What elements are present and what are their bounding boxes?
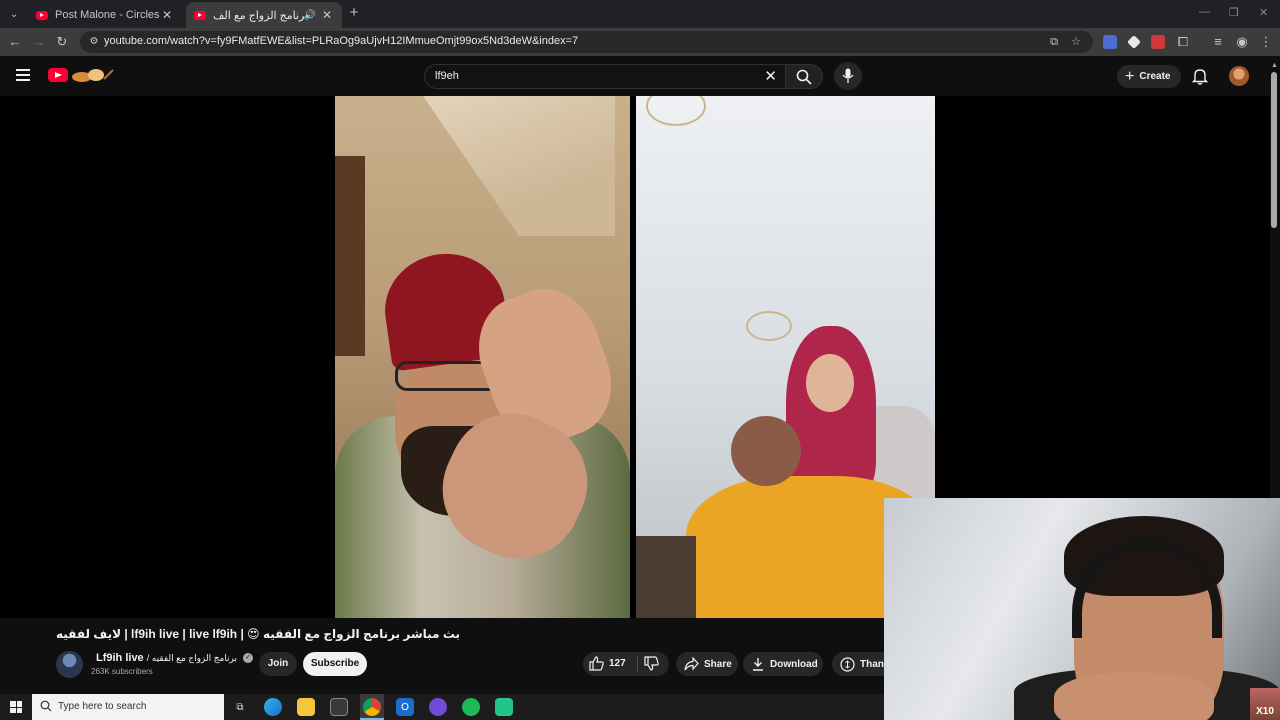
microsoft-store-icon[interactable] (330, 698, 348, 716)
download-button[interactable]: Download (743, 652, 823, 676)
channel-name[interactable]: Lf9ih live / برنامج الزواج مع الفقيه ✓ (96, 652, 254, 664)
spotify-icon[interactable] (462, 698, 480, 716)
channel-name-text[interactable]: Lf9ih live (96, 652, 144, 664)
window-close-icon[interactable]: ✕ (1259, 6, 1268, 19)
tab-search-icon[interactable]: ⌄ (4, 4, 24, 24)
youtube-masthead: lf9eh ✕ + Create (0, 56, 1280, 96)
youtube-favicon-icon (194, 10, 206, 20)
search-query[interactable]: lf9eh (435, 70, 459, 82)
windows-start-icon[interactable] (10, 701, 22, 713)
search-input[interactable]: lf9eh ✕ (424, 64, 785, 89)
edge-browser-icon[interactable] (264, 698, 282, 716)
voice-search-button[interactable] (834, 62, 862, 90)
green-app-icon[interactable] (495, 698, 513, 716)
microphone-icon (842, 68, 854, 83)
share-button[interactable]: Share (676, 652, 738, 676)
plus-icon: + (1125, 67, 1135, 85)
youtube-doodle-icon[interactable] (70, 67, 114, 83)
subscriber-count: 263K subscribers (91, 667, 153, 676)
thanks-heart-dollar-icon (840, 656, 855, 672)
speaker-icon[interactable]: 🔊 (304, 10, 316, 21)
dislike-button[interactable] (644, 656, 664, 674)
scroll-up-arrow-icon[interactable]: ▲ (1271, 62, 1278, 69)
like-dislike-group: 127 (583, 652, 669, 676)
translate-extension-icon[interactable] (1103, 35, 1117, 49)
extensions-puzzle-icon[interactable]: ⧠ (1174, 33, 1192, 51)
corner-badge: X10 (1250, 688, 1280, 720)
back-arrow-icon[interactable]: ← (6, 33, 24, 51)
outlook-icon[interactable]: O (396, 698, 414, 716)
like-divider (637, 656, 638, 672)
red-extension-icon[interactable] (1151, 35, 1165, 49)
taskbar-search-placeholder: Type here to search (58, 701, 147, 712)
like-count: 127 (609, 658, 626, 669)
clear-search-icon[interactable]: ✕ (764, 68, 777, 86)
download-label: Download (770, 658, 818, 670)
channel-avatar[interactable] (56, 651, 83, 678)
browser-toolbar: ← → ↻ ⚙ youtube.com/watch?v=fy9FMatfEWE&… (0, 28, 1280, 56)
minimize-icon[interactable]: — (1199, 6, 1210, 18)
forward-arrow-icon[interactable]: → (30, 33, 48, 51)
new-tab-button[interactable]: + (346, 5, 362, 21)
create-label: Create (1139, 71, 1171, 82)
site-info-icon[interactable]: ⚙ (86, 34, 102, 50)
youtube-logo-icon[interactable] (48, 68, 68, 82)
install-app-icon[interactable]: ⧉ (1046, 34, 1062, 50)
browser-tab-1[interactable]: Post Malone - Circles (Official M ✕ (28, 2, 182, 28)
browser-tab-strip: ⌄ Post Malone - Circles (Official M ✕ بث… (0, 0, 1280, 28)
screen: ⌄ Post Malone - Circles (Official M ✕ بث… (0, 0, 1280, 720)
channel-name-suffix: / برنامج الزواج مع الفقيه (146, 653, 237, 663)
share-label: Share (704, 658, 732, 670)
notifications-bell-icon[interactable] (1192, 68, 1208, 85)
youtube-favicon-icon (36, 10, 48, 20)
media-controls-icon[interactable]: ≡ (1209, 33, 1227, 51)
file-explorer-icon[interactable] (297, 698, 315, 716)
diamond-extension-icon[interactable] (1127, 35, 1141, 49)
search-icon (796, 69, 812, 85)
thumbs-down-icon (644, 656, 659, 671)
messenger-icon[interactable] (429, 698, 447, 716)
thumbs-up-icon (589, 656, 604, 671)
video-frame-left (335, 96, 630, 618)
join-button[interactable]: Join (259, 652, 297, 676)
share-arrow-icon (684, 657, 699, 671)
like-button[interactable]: 127 (589, 656, 626, 671)
chrome-icon[interactable] (363, 698, 381, 716)
search-button[interactable] (785, 64, 823, 89)
browser-tab-2[interactable]: بث مباشر برنامج الزواج مع الف 🔊 ✕ (186, 2, 342, 28)
profile-icon[interactable]: ◉ (1233, 33, 1251, 51)
windows-taskbar: Type here to search ⧉ O (0, 694, 884, 720)
webcam-overlay: X10 (884, 498, 1280, 720)
reload-icon[interactable]: ↻ (53, 33, 71, 51)
tab-close-icon[interactable]: ✕ (160, 8, 174, 22)
chrome-menu-icon[interactable]: ⋮ (1257, 33, 1275, 51)
subscribe-button[interactable]: Subscribe (303, 652, 367, 676)
tab-close-icon[interactable]: ✕ (320, 8, 334, 22)
page-scrollbar[interactable] (1271, 72, 1277, 228)
bookmark-star-icon[interactable]: ☆ (1068, 34, 1084, 50)
tab-title: بث مباشر برنامج الزواج مع الف (213, 9, 304, 22)
hamburger-menu-icon[interactable] (16, 69, 30, 81)
thanks-button[interactable]: Thank (832, 652, 892, 676)
maximize-icon[interactable]: ❐ (1229, 6, 1239, 19)
verified-check-icon: ✓ (243, 653, 254, 664)
video-title: لايف لفقيه | lf9ih live | live lf9ih | 😍… (56, 627, 461, 641)
address-bar[interactable]: ⚙ youtube.com/watch?v=fy9FMatfEWE&list=P… (80, 31, 1093, 53)
account-avatar[interactable] (1229, 66, 1249, 86)
create-button[interactable]: + Create (1117, 65, 1181, 88)
taskbar-search-field[interactable]: Type here to search (32, 694, 224, 720)
task-view-icon[interactable]: ⧉ (231, 698, 249, 716)
url-text[interactable]: youtube.com/watch?v=fy9FMatfEWE&list=PLR… (104, 35, 578, 47)
tab-title: Post Malone - Circles (Official M (55, 9, 160, 21)
download-icon (753, 658, 763, 671)
search-icon (40, 700, 52, 712)
